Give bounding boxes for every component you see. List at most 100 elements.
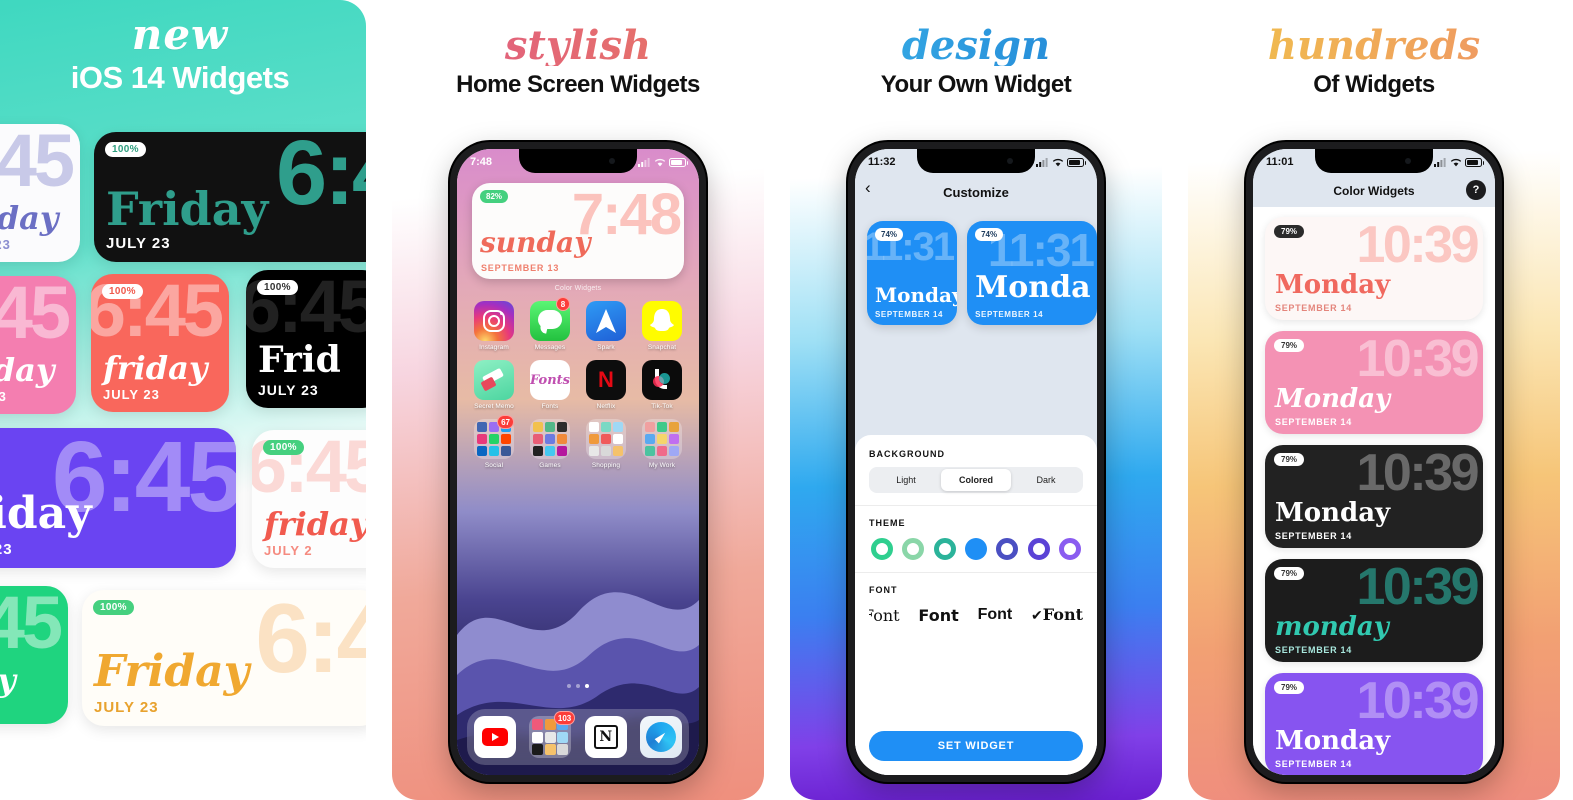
- panel1-heading: new iOS 14 Widgets: [0, 14, 366, 96]
- screenshot-panel-stylish-home-screen: stylish Home Screen Widgets 7:48 82% 7:4…: [392, 0, 764, 800]
- theme-swatch[interactable]: [902, 538, 925, 560]
- app-label: Secret Memo: [474, 403, 514, 410]
- widget-time: 6:4: [276, 132, 366, 224]
- panel2-heading: stylish Home Screen Widgets: [392, 26, 764, 99]
- customize-screen: 11:32 ‹ Customize 74% 11:31 Monday SEPTE…: [855, 149, 1097, 775]
- folder-games[interactable]: Games: [525, 419, 575, 469]
- collage-widget[interactable]: 100% 6:45 friday JULY 2: [252, 430, 366, 568]
- app-instagram[interactable]: Instagram: [469, 301, 519, 351]
- widget-date: SEPTEMBER 14: [1275, 417, 1352, 427]
- widget-date: SEPTEMBER 14: [1275, 531, 1352, 541]
- dock: 103 N: [467, 709, 689, 765]
- list-widget[interactable]: 79% 10:39 Monday SEPTEMBER 14: [1265, 217, 1483, 320]
- app-label: Fonts: [541, 403, 559, 410]
- app-label: Snapchat: [647, 344, 677, 351]
- app-secret-memo[interactable]: Secret Memo: [469, 360, 519, 410]
- page-indicator[interactable]: [457, 675, 699, 693]
- panel4-headline: Of Widgets: [1313, 71, 1435, 98]
- theme-swatch[interactable]: [1027, 538, 1050, 560]
- theme-swatch[interactable]: [871, 538, 893, 560]
- list-widget[interactable]: 79% 10:39 monday SEPTEMBER 14: [1265, 559, 1483, 662]
- youtube-icon[interactable]: [473, 716, 516, 758]
- widget-day: iday: [0, 664, 16, 696]
- list-widget[interactable]: 79% 10:39 Monday SEPTEMBER 14: [1265, 445, 1483, 548]
- collage-widget[interactable]: 100% 6:4 Friday JULY 23: [94, 132, 366, 262]
- home-screen-widget[interactable]: 82% 7:48 sunday SEPTEMBER 13: [472, 183, 684, 279]
- segment-light[interactable]: Light: [871, 469, 941, 491]
- font-option-row[interactable]: Font Font Font ✔Font: [869, 605, 1083, 625]
- battery-badge: 79%: [1274, 339, 1305, 352]
- tiktok-icon: [642, 360, 682, 400]
- segment-colored[interactable]: Colored: [941, 469, 1011, 491]
- app-label: Social: [484, 462, 504, 469]
- list-widget[interactable]: 79% 10:39 Monday SEPTEMBER 14: [1265, 673, 1483, 775]
- widget-day: Monda: [975, 270, 1091, 305]
- theme-swatch[interactable]: [996, 538, 1019, 560]
- widget-preview-small[interactable]: 74% 11:31 Monday SEPTEMBER 14: [867, 221, 958, 325]
- widget-time: 10:39: [1356, 217, 1480, 274]
- folder-my-work[interactable]: My Work: [637, 419, 687, 469]
- segment-dark[interactable]: Dark: [1011, 469, 1081, 491]
- safari-icon[interactable]: [640, 716, 683, 758]
- page-dot: [567, 684, 571, 688]
- font-option[interactable]: Font: [918, 606, 958, 625]
- app-netflix[interactable]: N Netflix: [581, 360, 631, 410]
- widget-day: sunday: [480, 226, 591, 259]
- help-button[interactable]: ?: [1466, 180, 1486, 200]
- background-segmented-control[interactable]: Light Colored Dark: [869, 467, 1083, 493]
- theme-swatch-row[interactable]: [869, 538, 1083, 560]
- battery-badge: 100%: [105, 142, 146, 157]
- app-messages[interactable]: 8 Messages: [525, 297, 575, 351]
- background-section-label: BACKGROUND: [869, 449, 945, 459]
- battery-icon: [1067, 157, 1086, 167]
- status-icons: [1036, 157, 1086, 167]
- list-widget[interactable]: 79% 10:39 Monday SEPTEMBER 14: [1265, 331, 1483, 434]
- notch: [519, 149, 637, 173]
- app-fonts[interactable]: Fonts Fonts: [525, 360, 575, 410]
- nav-bar: Color Widgets: [1253, 175, 1495, 207]
- panel3-heading: design Your Own Widget: [790, 26, 1162, 99]
- font-option[interactable]: Font: [869, 606, 900, 625]
- widget-day: Friday: [94, 646, 250, 697]
- widget-day: Monday: [1275, 498, 1391, 528]
- collage-widget[interactable]: 100% 6:45 friday JULY 23: [0, 124, 80, 262]
- font-option-label: Font: [1042, 605, 1083, 624]
- widget-preview-medium[interactable]: 74% 11:31 Monda SEPTEMBER 14: [967, 221, 1097, 325]
- folder-social[interactable]: 67 Social: [469, 415, 519, 469]
- app-snapchat[interactable]: Snapchat: [637, 301, 687, 351]
- theme-swatch-selected[interactable]: [964, 538, 987, 560]
- collage-widget[interactable]: 100% 6:45 friday JULY 23: [91, 274, 229, 412]
- collage-widget[interactable]: 100% 6:45 friday JULY 23: [0, 276, 76, 414]
- collage-widget[interactable]: 100% 6:45 friday JULY 23: [0, 428, 236, 568]
- check-icon: ✔: [1031, 607, 1043, 623]
- panel1-headline: iOS 14 Widgets: [70, 60, 290, 95]
- page-dot: [576, 684, 580, 688]
- battery-badge: 79%: [1274, 567, 1305, 580]
- widget-preview-row: 74% 11:31 Monday SEPTEMBER 14 74% 11:31 …: [867, 221, 1097, 325]
- folder-icon: [642, 419, 682, 459]
- battery-badge: 100%: [93, 600, 134, 615]
- widget-time: 6:4: [255, 590, 366, 693]
- battery-badge: 79%: [1274, 453, 1305, 466]
- app-spark[interactable]: Spark: [581, 301, 631, 351]
- app-tiktok[interactable]: Tik-Tok: [637, 360, 687, 410]
- folder-shopping[interactable]: Shopping: [581, 419, 631, 469]
- font-option-selected[interactable]: ✔Font: [1031, 605, 1083, 625]
- fonts-icon: Fonts: [530, 360, 570, 400]
- collage-widget[interactable]: 100% 6:4 Friday JULY 23: [82, 590, 366, 726]
- app-label: My Work: [648, 462, 676, 469]
- collage-widget[interactable]: 100% 6:45 iday 23: [0, 586, 68, 724]
- theme-swatch[interactable]: [1058, 538, 1081, 560]
- widget-date: JULY 23: [94, 699, 159, 716]
- app-label: Games: [539, 462, 561, 469]
- theme-swatch[interactable]: [933, 538, 956, 560]
- iphone-frame: 11:01 Color Widgets ? 79% 10:39 Monday S…: [1246, 142, 1502, 782]
- app-label: Shopping: [591, 462, 621, 469]
- widget-day: friday: [103, 349, 208, 387]
- panel1-script-word: new: [131, 10, 229, 59]
- font-option[interactable]: Font: [978, 606, 1013, 624]
- set-widget-button[interactable]: SET WIDGET: [869, 731, 1083, 761]
- notion-icon[interactable]: N: [584, 716, 627, 758]
- collage-widget[interactable]: 100% 6:45 Frid JULY 23: [246, 270, 366, 408]
- dock-folder[interactable]: 103: [529, 711, 576, 758]
